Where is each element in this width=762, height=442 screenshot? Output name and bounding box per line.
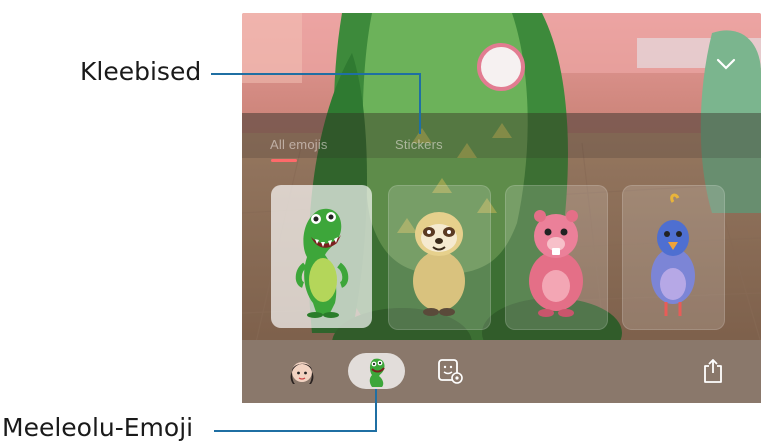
share-icon[interactable] (700, 357, 726, 390)
chevron-down-icon[interactable] (714, 55, 738, 73)
mood-emoji-dino-icon[interactable] (360, 355, 394, 394)
emoji-card-green-dinosaur[interactable] (271, 185, 372, 328)
emoji-card-pink-beaver[interactable] (505, 185, 608, 330)
sticker-settings-icon[interactable] (436, 357, 464, 390)
selected-tab-indicator (271, 159, 297, 162)
bird-character-icon (651, 193, 695, 316)
pink-beaver-character-icon (529, 210, 583, 317)
tab-all-emojis[interactable]: All emojis (270, 137, 328, 152)
stickers-callout-line (211, 73, 420, 75)
bottom-toolbar (242, 340, 761, 403)
stickers-callout-line-vertical (419, 73, 421, 134)
emoji-card-blue-bird[interactable] (622, 185, 725, 330)
tab-stickers[interactable]: Stickers (395, 137, 443, 152)
mood-emoji-callout-line-vertical (375, 389, 377, 432)
my-emoji-avatar-icon[interactable] (285, 356, 319, 395)
mood-emoji-callout-line (214, 430, 377, 432)
mood-emoji-callout-label: Meeleolu-Emoji (2, 413, 194, 442)
emoji-card-sloth[interactable] (388, 185, 491, 330)
dinosaur-character-icon (295, 208, 349, 318)
stickers-callout-label: Kleebised (80, 57, 202, 86)
sloth-character-icon (413, 212, 465, 316)
